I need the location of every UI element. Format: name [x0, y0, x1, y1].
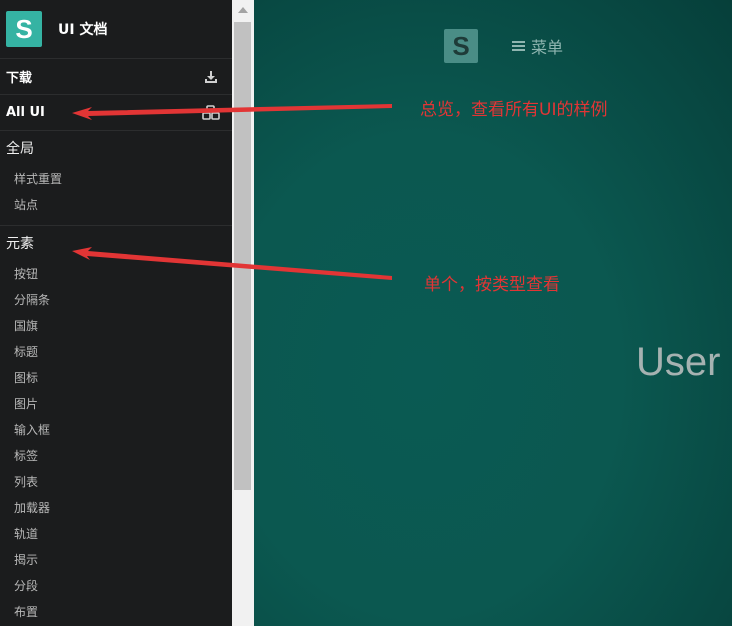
download-icon[interactable] — [202, 68, 220, 86]
sidebar-item-all-ui[interactable]: All UI — [0, 95, 232, 131]
sidebar-subitem[interactable]: 标题 — [0, 338, 232, 364]
scroll-up-arrow-icon[interactable] — [232, 0, 254, 20]
sidebar-item-label: All UI — [6, 105, 45, 120]
section-global: 全局 样式重置 站点 — [0, 131, 232, 226]
scrollbar-thumb[interactable] — [234, 22, 251, 490]
annotation-overview: 总览，查看所有UI的样例 — [420, 100, 608, 120]
section-title-global[interactable]: 全局 — [0, 131, 232, 165]
sidebar-subitem[interactable]: 图标 — [0, 364, 232, 390]
brand-title[interactable]: UI 文档 — [58, 19, 107, 39]
sidebar-scrollbar[interactable] — [232, 0, 254, 626]
header-logo[interactable]: S — [444, 29, 478, 63]
section-title-elements[interactable]: 元素 — [0, 226, 232, 260]
menu-button[interactable]: 菜单 — [512, 34, 563, 58]
section-elements: 元素 按钮 分隔条 国旗 标题 图标 图片 输入框 标签 列表 加载器 轨道 揭… — [0, 226, 232, 626]
sidebar-subitem[interactable]: 分段 — [0, 572, 232, 598]
hero-text: User — [636, 340, 721, 384]
sidebar-subitem[interactable]: 加载器 — [0, 494, 232, 520]
sidebar-subitem[interactable]: 站点 — [0, 191, 232, 217]
sidebar-item-download[interactable]: 下载 — [0, 59, 232, 95]
sidebar-subitem[interactable]: 输入框 — [0, 416, 232, 442]
cubes-icon[interactable] — [202, 104, 220, 122]
menu-label: 菜单 — [531, 38, 564, 57]
brand-logo[interactable]: S — [6, 11, 42, 47]
sidebar-subitem[interactable]: 国旗 — [0, 312, 232, 338]
sidebar: S UI 文档 下载 All UI 全局 样式重置 站点 元素 按钮 分隔条 国… — [0, 0, 232, 626]
sidebar-subitem[interactable]: 列表 — [0, 468, 232, 494]
hamburger-icon — [512, 39, 525, 53]
sidebar-subitem[interactable]: 按钮 — [0, 260, 232, 286]
sidebar-subitem[interactable]: 标签 — [0, 442, 232, 468]
sidebar-brand[interactable]: S UI 文档 — [0, 0, 232, 59]
annotation-single: 单个，按类型查看 — [424, 275, 560, 295]
sidebar-item-label: 下载 — [6, 71, 33, 86]
main-area: S 菜单 User — [254, 0, 732, 626]
sidebar-subitem[interactable]: 揭示 — [0, 546, 232, 572]
sidebar-subitem[interactable]: 图片 — [0, 390, 232, 416]
sidebar-subitem[interactable]: 布置 — [0, 598, 232, 624]
sidebar-subitem[interactable]: 轨道 — [0, 520, 232, 546]
sidebar-subitem[interactable]: 分隔条 — [0, 286, 232, 312]
sidebar-subitem[interactable]: 样式重置 — [0, 165, 232, 191]
